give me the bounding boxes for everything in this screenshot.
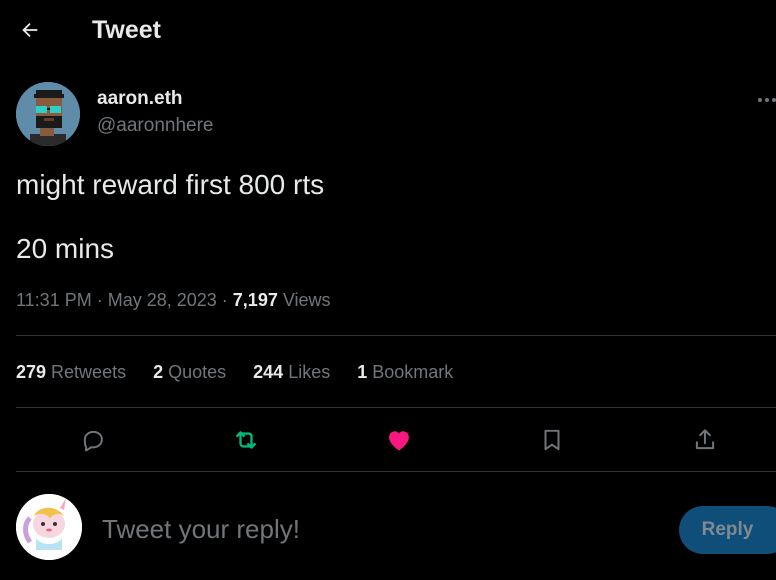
views-label: Views xyxy=(277,290,331,310)
separator: · xyxy=(216,290,233,310)
reply-action-button[interactable] xyxy=(74,421,112,459)
quotes-stat[interactable]: 2 Quotes xyxy=(153,360,226,384)
views-count: 7,197 xyxy=(232,290,278,310)
heart-icon xyxy=(389,431,409,451)
tweet-text-line: 20 mins xyxy=(16,233,115,264)
stat-count: 2 xyxy=(153,362,164,382)
stat-label: Retweets xyxy=(46,362,127,382)
retweets-stat[interactable]: 279 Retweets xyxy=(16,360,126,384)
reply-button[interactable]: Reply xyxy=(679,506,776,554)
retweet-icon xyxy=(236,431,256,449)
divider xyxy=(16,407,776,408)
more-options-button[interactable] xyxy=(756,90,776,110)
reply-input[interactable] xyxy=(100,508,664,550)
separator: · xyxy=(91,290,108,310)
tweet-date[interactable]: May 28, 2023 xyxy=(108,290,217,310)
author-name[interactable]: aaron.eth xyxy=(97,88,183,110)
bookmark-icon xyxy=(544,429,560,451)
comment-icon xyxy=(83,430,103,452)
bookmark-action-button[interactable] xyxy=(533,421,571,459)
share-action-button[interactable] xyxy=(686,421,724,459)
divider xyxy=(16,471,776,472)
tweet-meta: 11:31 PM · May 28, 2023 · 7,197 Views xyxy=(16,288,331,312)
avatar[interactable] xyxy=(16,82,80,146)
stat-count: 279 xyxy=(16,362,47,382)
tweet-stats: 279 Retweets 2 Quotes 244 Likes 1 Bookma… xyxy=(16,360,453,384)
share-icon xyxy=(695,429,715,450)
likes-stat[interactable]: 244 Likes xyxy=(253,360,330,384)
divider xyxy=(16,335,776,336)
user-avatar[interactable] xyxy=(16,494,82,560)
more-icon xyxy=(758,98,776,102)
stat-label: Quotes xyxy=(163,362,227,382)
bookmarks-stat[interactable]: 1 Bookmark xyxy=(357,360,453,384)
stat-count: 1 xyxy=(357,362,368,382)
stat-count: 244 xyxy=(253,362,284,382)
unicorn-avatar-icon xyxy=(16,494,82,560)
arrow-left-icon xyxy=(22,22,38,38)
author-handle[interactable]: @aaronnhere xyxy=(97,115,213,137)
stat-label: Bookmark xyxy=(367,362,454,382)
like-action-button[interactable] xyxy=(380,421,418,459)
pixel-avatar-icon xyxy=(16,82,80,146)
tweet-text-line: might reward first 800 rts xyxy=(16,169,325,200)
tweet-time[interactable]: 11:31 PM xyxy=(16,290,92,310)
stat-label: Likes xyxy=(283,362,331,382)
back-button[interactable] xyxy=(14,14,46,46)
retweet-action-button[interactable] xyxy=(227,421,265,459)
page-title: Tweet xyxy=(92,16,161,44)
